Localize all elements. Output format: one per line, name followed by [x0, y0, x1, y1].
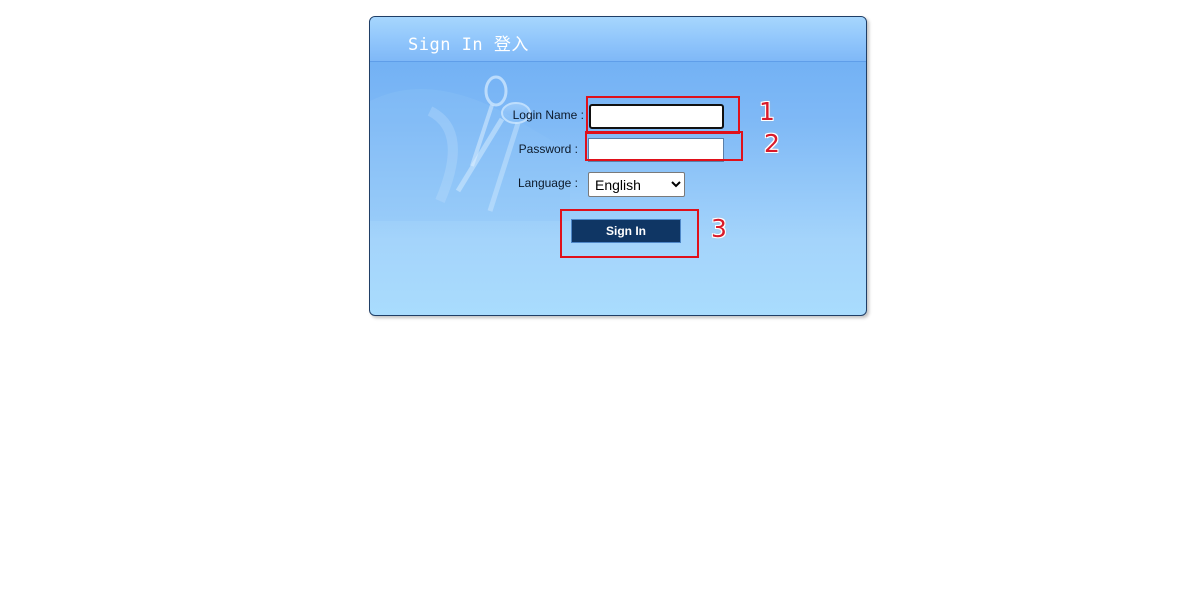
- annotation-number-3: 3: [711, 214, 727, 243]
- annotation-number-2: 2: [764, 129, 780, 158]
- panel-header: Sign In 登入: [370, 17, 866, 62]
- annotation-box-1: [586, 96, 740, 134]
- login-name-label: Login Name :: [512, 108, 584, 122]
- sign-in-panel: Sign In 登入 Login Name : Password : Langu…: [369, 16, 867, 316]
- annotation-box-2: [585, 131, 743, 161]
- annotation-number-1: 1: [759, 97, 775, 126]
- language-label: Language :: [517, 176, 578, 190]
- language-select[interactable]: English: [588, 172, 685, 197]
- keys-icon: [370, 75, 570, 221]
- panel-title: Sign In 登入: [408, 35, 529, 55]
- password-label: Password :: [518, 142, 578, 156]
- annotation-box-3: [560, 209, 699, 258]
